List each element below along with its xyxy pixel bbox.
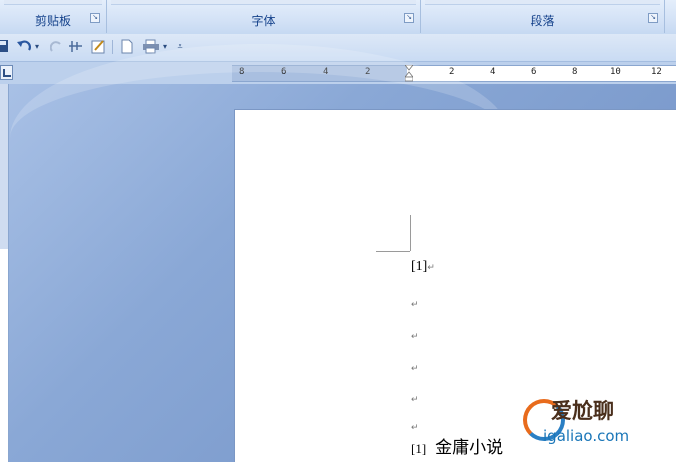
ruler-tick: 10	[610, 67, 621, 77]
margin-crop-mark	[410, 215, 411, 251]
paragraph-mark: ↵	[411, 299, 419, 309]
paragraph-line[interactable]: ↵	[411, 358, 419, 376]
margin-crop-mark	[376, 251, 410, 252]
document-workspace: [1]↵ ↵ ↵ ↵ ↵ ↵ [1] 金庸小说 爱尬聊 igaliao.com	[0, 44, 676, 462]
footnote-reference: [1]	[411, 441, 427, 456]
paragraph-mark: ↵	[411, 422, 419, 432]
paragraph-mark: ↵	[411, 363, 419, 373]
paragraph-line[interactable]: [1]↵	[411, 257, 435, 275]
word-window: 剪贴板 ↘ 字体 ↘ 段落 ↘ ▾ ▾ ⩡ 8 6 4 2 2 4 6 8 10…	[0, 0, 676, 462]
undo-icon[interactable]	[16, 39, 32, 55]
spelling-icon[interactable]	[91, 39, 107, 55]
tab-selector-icon[interactable]	[0, 65, 13, 80]
ruler-tick: 4	[490, 67, 496, 77]
paragraph-mark: ↵	[411, 331, 419, 341]
format-painter-icon[interactable]	[69, 39, 85, 55]
dropdown-icon[interactable]: ▾	[33, 39, 41, 55]
paragraph-line[interactable]: ↵	[411, 389, 419, 407]
vertical-ruler[interactable]	[0, 84, 9, 462]
document-page[interactable]: [1]↵ ↵ ↵ ↵ ↵ ↵ [1] 金庸小说 爱尬聊 igaliao.com	[234, 109, 676, 462]
save-icon[interactable]	[0, 39, 9, 55]
watermark-logo: 爱尬聊 igaliao.com	[521, 393, 669, 453]
ribbon-group-label: 字体	[251, 14, 276, 28]
footnote-reference: [1]	[411, 259, 428, 274]
ruler-tick: 6	[531, 67, 537, 77]
redo-icon[interactable]	[49, 39, 63, 55]
new-doc-icon[interactable]	[120, 39, 134, 55]
ribbon: 剪贴板 ↘ 字体 ↘ 段落 ↘	[0, 0, 676, 35]
paragraph-mark: ↵	[411, 394, 419, 404]
ruler-tick: 2	[449, 67, 455, 77]
ribbon-group-paragraph: 段落 ↘	[421, 0, 665, 33]
ruler-tick: 12	[651, 67, 662, 77]
paragraph-line[interactable]: ↵	[411, 326, 419, 344]
ribbon-group-font: 字体 ↘	[107, 0, 421, 33]
dialog-launcher-icon[interactable]: ↘	[648, 13, 658, 23]
paragraph-mark: ↵	[427, 262, 435, 272]
ribbon-group-clipboard: 剪贴板 ↘	[0, 0, 107, 33]
paragraph-line[interactable]: ↵	[411, 294, 419, 312]
dialog-launcher-icon[interactable]: ↘	[90, 13, 100, 23]
paragraph-line[interactable]: [1] 金庸小说	[411, 433, 503, 458]
ruler-tick: 8	[572, 67, 578, 77]
dialog-launcher-icon[interactable]: ↘	[404, 13, 414, 23]
footnote-text: 金庸小说	[435, 438, 504, 458]
ribbon-group-label: 段落	[530, 14, 555, 28]
